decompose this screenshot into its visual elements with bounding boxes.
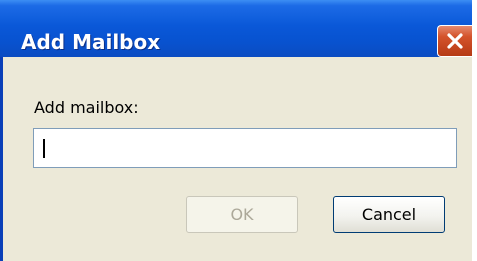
title-bar[interactable]: Add Mailbox [0,0,472,57]
close-button[interactable] [437,25,472,57]
close-x-icon [447,33,463,49]
ok-button[interactable]: OK [186,196,298,233]
cancel-button[interactable]: Cancel [333,196,445,233]
text-caret [43,139,45,158]
add-mailbox-label: Add mailbox: [34,98,139,117]
dialog-title: Add Mailbox [21,30,161,54]
window-frame-left [0,57,3,261]
add-mailbox-dialog: Add Mailbox Add mailbox: OK Cancel [0,0,472,261]
mailbox-input[interactable] [33,128,457,168]
